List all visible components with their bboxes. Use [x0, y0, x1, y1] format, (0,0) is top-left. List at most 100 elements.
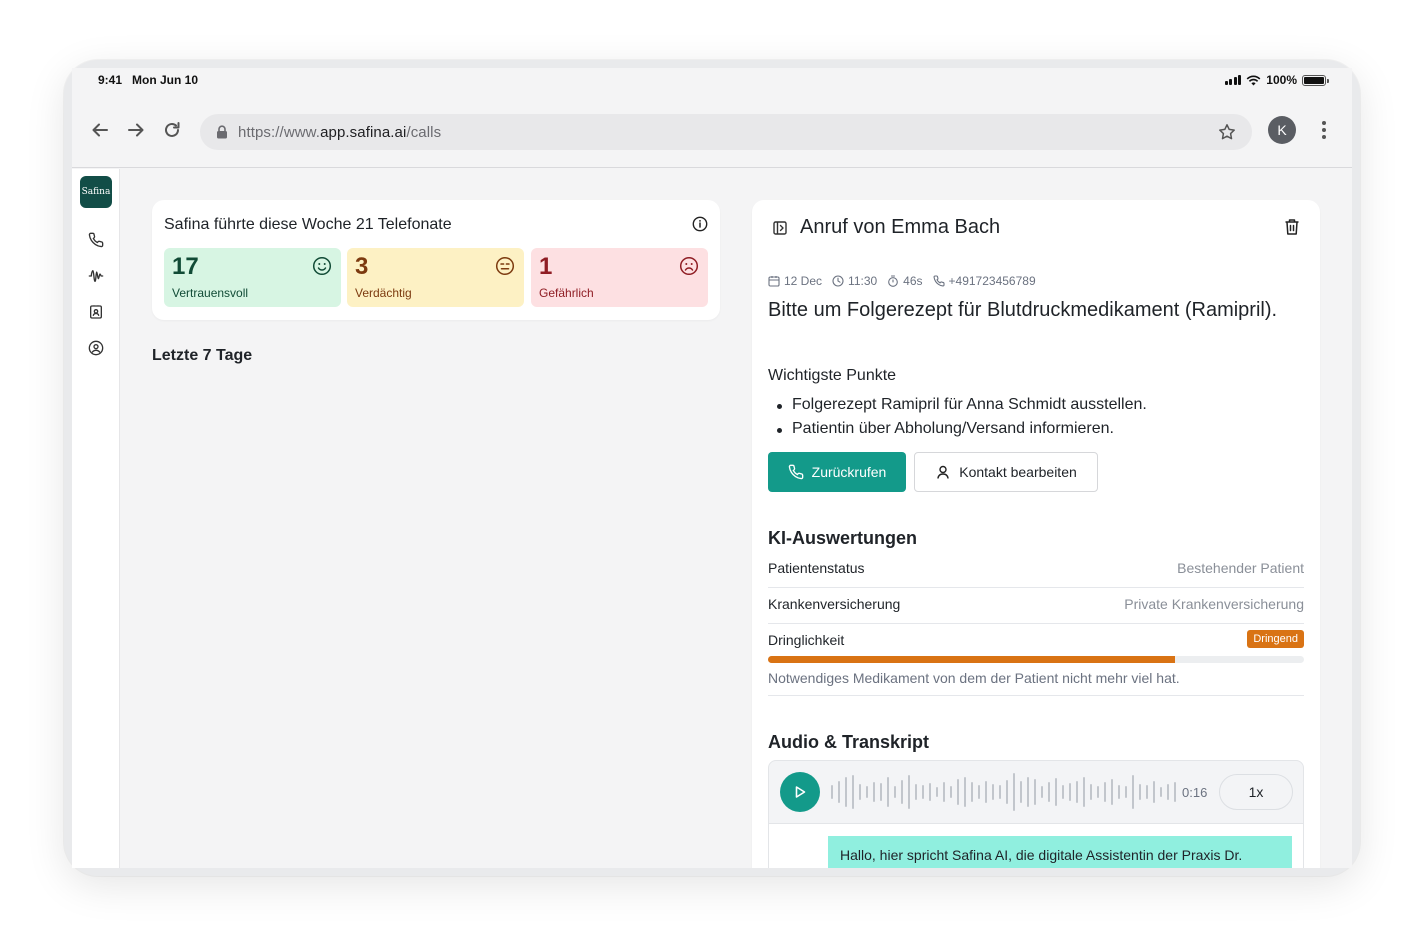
waveform-bar — [943, 782, 945, 802]
tile-trusted[interactable]: 17 Vertrauensvoll — [164, 248, 341, 307]
url-text: https://www.app.safina.ai/calls — [238, 124, 441, 141]
browser-toolbar: https://www.app.safina.ai/calls K — [72, 94, 1352, 168]
smile-icon — [312, 256, 332, 281]
app-area: Safina Safina führte diese Woche 21 Tele… — [72, 169, 1352, 868]
waveform-icon[interactable] — [86, 266, 106, 286]
patient-status-row: Patientenstatus Bestehender Patient — [768, 552, 1304, 588]
url-host: app.safina.ai — [320, 123, 407, 141]
status-bar: 9:41 Mon Jun 10 100% — [72, 68, 1352, 94]
battery-icon — [1302, 74, 1329, 86]
waveform-bar — [887, 777, 889, 807]
waveform-bar — [915, 784, 917, 800]
waveform-bar — [1104, 782, 1106, 802]
waveform-bar — [971, 782, 973, 802]
edit-contact-label: Kontakt bearbeiten — [959, 464, 1077, 480]
cellular-signal-icon — [1224, 75, 1242, 85]
weekly-stats-card: Safina führte diese Woche 21 Telefonate … — [152, 200, 720, 320]
waveform-bar — [964, 777, 966, 807]
waveform-bar — [894, 786, 896, 798]
wifi-icon — [1246, 75, 1261, 85]
audio-heading: Audio & Transkript — [768, 732, 930, 752]
call-title: Anruf von Emma Bach — [800, 216, 1001, 238]
playback-speed-button[interactable]: 1x — [1219, 774, 1293, 810]
audio-player: 0:16 1x — [768, 760, 1304, 824]
waveform-bar — [908, 775, 910, 809]
info-icon[interactable] — [692, 216, 708, 237]
waveform-bar — [950, 786, 952, 798]
frown-icon — [679, 256, 699, 281]
ki-heading: KI-Auswertungen — [768, 528, 918, 548]
call-time-text: 11:30 — [848, 274, 878, 288]
user-icon — [937, 465, 949, 479]
screen: 9:41 Mon Jun 10 100% https://www.app.saf… — [72, 68, 1352, 868]
waveform-bar — [1027, 777, 1029, 807]
call-meta: 12 Dec 11:30 46s +491723456789 — [768, 274, 1036, 288]
last-7-days-heading: Letzte 7 Tage — [152, 347, 253, 364]
waveform-bar — [985, 781, 987, 803]
transcript-message: Hallo, hier spricht Safina AI, die digit… — [828, 836, 1292, 868]
urgency-row: Dringlichkeit Dringend — [768, 624, 1304, 660]
list-item: Folgerezept Ramipril für Anna Schmidt au… — [768, 393, 1147, 417]
bookmark-star-icon[interactable] — [1218, 123, 1236, 146]
tablet-frame: 9:41 Mon Jun 10 100% https://www.app.saf… — [64, 60, 1360, 876]
back-arrow-icon[interactable] — [88, 118, 112, 142]
tile-value: 1 — [539, 253, 553, 280]
waveform-bar — [1034, 779, 1036, 805]
waveform-bar — [1174, 782, 1176, 802]
neutral-face-icon — [495, 256, 515, 281]
waveform-bar — [866, 786, 868, 798]
status-indicators: 100% — [1224, 73, 1329, 87]
contact-card-icon[interactable] — [86, 302, 106, 322]
waveform-bar — [1076, 781, 1078, 803]
calendar-icon — [768, 276, 780, 287]
url-prefix: https://www. — [238, 123, 321, 141]
waveform-bar — [880, 783, 882, 801]
call-summary: Bitte um Folgerezept für Blutdruckmedika… — [768, 299, 1278, 321]
waveform-bar — [1160, 787, 1162, 797]
user-circle-icon[interactable] — [86, 338, 106, 358]
address-bar[interactable]: https://www.app.safina.ai/calls — [200, 114, 1252, 150]
tile-suspicious[interactable]: 3 Verdächtig — [347, 248, 524, 307]
edit-contact-button[interactable]: Kontakt bearbeiten — [914, 452, 1098, 492]
waveform-bar — [1132, 775, 1134, 809]
waveform-bar — [1062, 785, 1064, 799]
tile-value: 3 — [355, 253, 369, 280]
collapse-panel-icon[interactable] — [772, 220, 788, 241]
more-menu-icon[interactable] — [1316, 118, 1332, 142]
tile-dangerous[interactable]: 1 Gefährlich — [531, 248, 708, 307]
trash-icon[interactable] — [1284, 218, 1300, 241]
call-duration: 46s — [887, 274, 923, 288]
urgency-badge: Dringend — [1247, 630, 1304, 648]
waveform-bar — [1006, 780, 1008, 804]
play-button[interactable] — [780, 772, 820, 812]
waveform-bar — [1097, 786, 1099, 798]
phone-icon[interactable] — [86, 230, 106, 250]
safina-logo[interactable]: Safina — [80, 176, 112, 208]
waveform-bar — [845, 777, 847, 807]
waveform-bar — [992, 784, 994, 800]
callback-button[interactable]: Zurückrufen — [768, 452, 906, 492]
reload-icon[interactable] — [160, 118, 184, 142]
waveform-bar — [1069, 783, 1071, 801]
waveform-bar — [1118, 785, 1120, 799]
audio-waveform[interactable] — [831, 773, 1177, 811]
waveform-bar — [1041, 786, 1043, 798]
audio-duration: 0:16 — [1182, 785, 1208, 800]
waveform-bar — [1048, 782, 1050, 802]
urgency-progress-fill — [768, 656, 1176, 663]
waveform-bar — [1090, 784, 1092, 800]
waveform-bar — [1013, 773, 1015, 811]
waveform-bar — [999, 785, 1001, 799]
forward-arrow-icon[interactable] — [124, 118, 148, 142]
waveform-bar — [838, 781, 840, 803]
profile-avatar[interactable]: K — [1268, 116, 1296, 144]
tile-label: Verdächtig — [355, 286, 412, 300]
url-path: /calls — [406, 123, 442, 141]
row-key: Dringlichkeit — [768, 632, 845, 648]
tile-label: Vertrauensvoll — [172, 286, 249, 300]
waveform-bar — [1055, 778, 1057, 806]
waveform-bar — [873, 782, 875, 802]
callback-label: Zurückrufen — [811, 464, 887, 480]
waveform-bar — [922, 785, 924, 799]
tile-label: Gefährlich — [539, 286, 594, 300]
